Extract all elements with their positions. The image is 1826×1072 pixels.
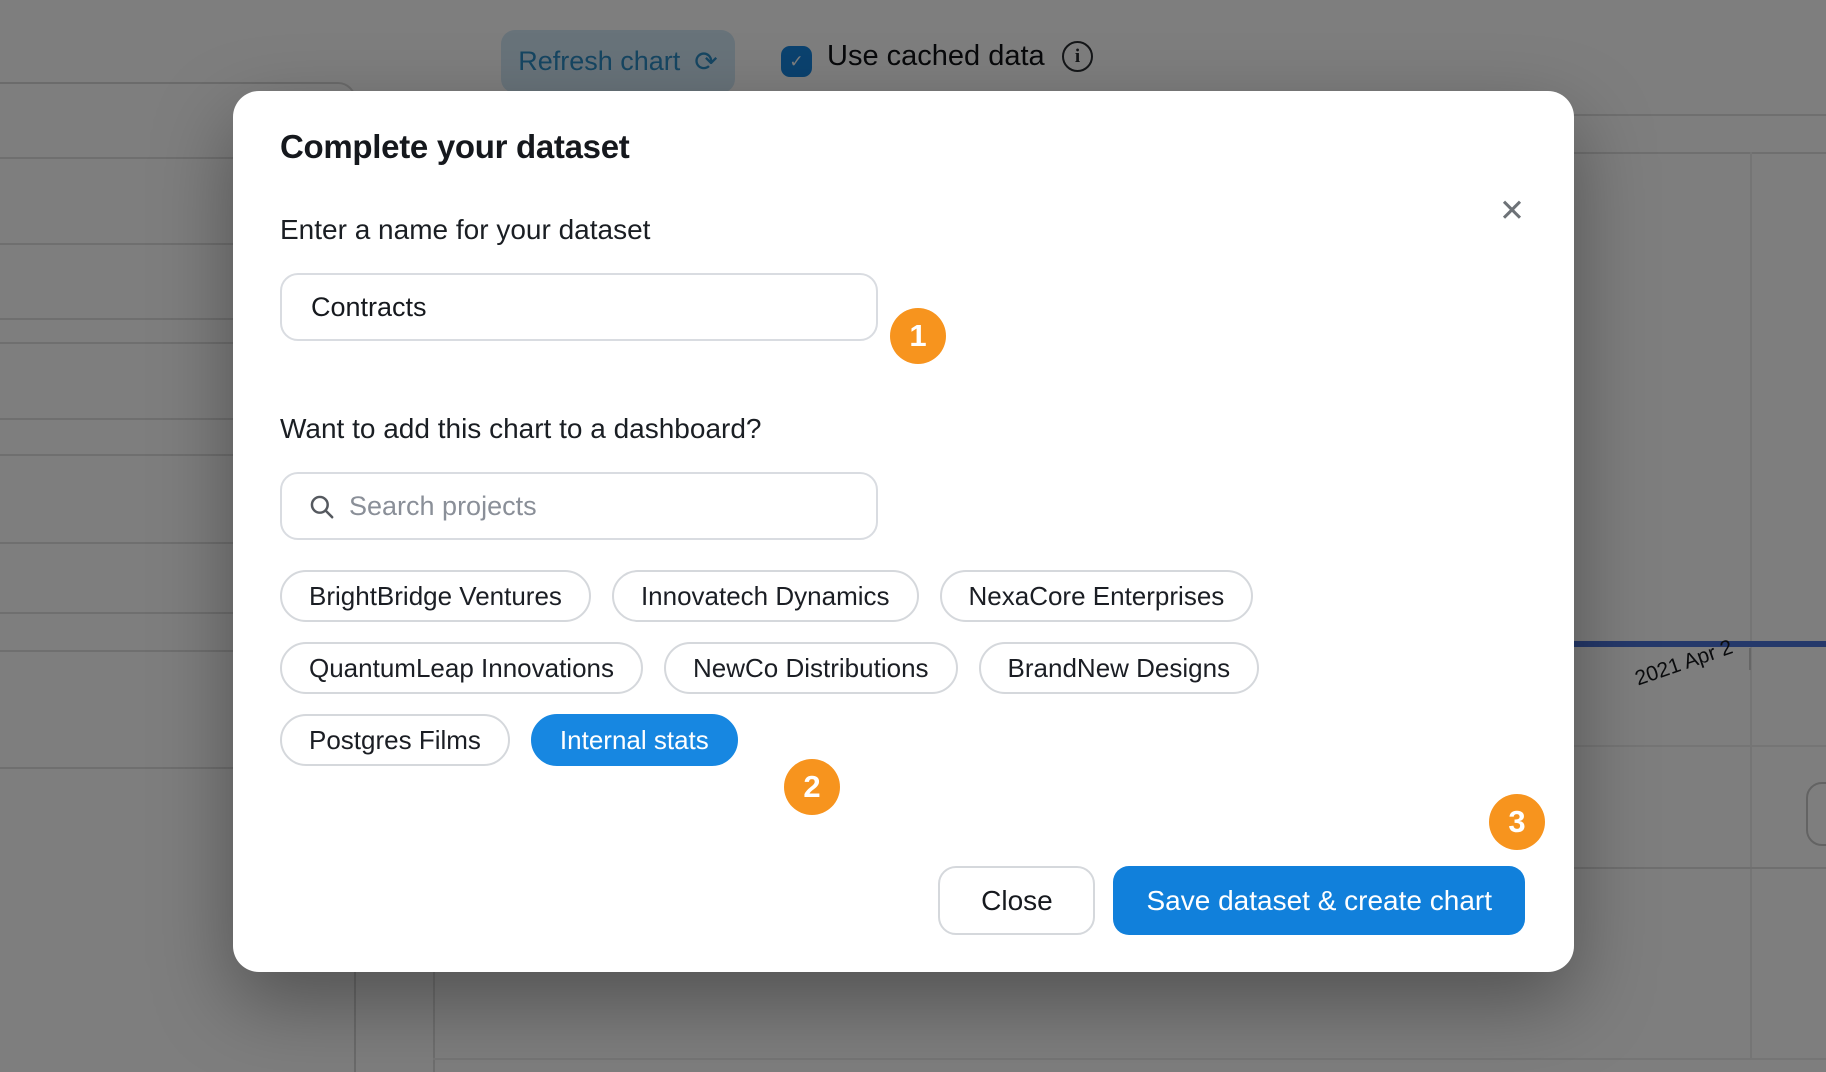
dataset-name-label: Enter a name for your dataset — [280, 214, 1527, 246]
complete-dataset-modal: ✕ Complete your dataset Enter a name for… — [233, 91, 1574, 972]
project-search-input[interactable] — [349, 491, 856, 522]
project-chip-newco-distributions[interactable]: NewCo Distributions — [664, 642, 958, 694]
search-icon — [308, 493, 335, 520]
project-chip-row: BrightBridge Ventures Innovatech Dynamics… — [280, 570, 1527, 622]
project-chip-list: BrightBridge Ventures Innovatech Dynamics… — [280, 570, 1527, 766]
step-badge-2: 2 — [784, 759, 840, 815]
project-chip-nexacore-enterprises[interactable]: NexaCore Enterprises — [940, 570, 1254, 622]
step-badge-3: 3 — [1489, 794, 1545, 850]
project-chip-row: QuantumLeap Innovations NewCo Distributio… — [280, 642, 1527, 694]
close-button[interactable]: Close — [938, 866, 1095, 935]
project-chip-internal-stats[interactable]: Internal stats — [531, 714, 738, 766]
save-dataset-create-chart-button[interactable]: Save dataset & create chart — [1113, 866, 1525, 935]
project-chip-brandnew-designs[interactable]: BrandNew Designs — [979, 642, 1260, 694]
project-chip-innovatech-dynamics[interactable]: Innovatech Dynamics — [612, 570, 919, 622]
project-search-box[interactable] — [280, 472, 878, 540]
project-chip-postgres-films[interactable]: Postgres Films — [280, 714, 510, 766]
dashboard-question-label: Want to add this chart to a dashboard? — [280, 413, 1527, 445]
project-chip-brightbridge-ventures[interactable]: BrightBridge Ventures — [280, 570, 591, 622]
step-badge-1: 1 — [890, 308, 946, 364]
project-chip-row: Postgres Films Internal stats — [280, 714, 1527, 766]
modal-footer: Close Save dataset & create chart — [938, 866, 1525, 935]
dataset-name-input[interactable] — [280, 273, 878, 341]
close-icon[interactable]: ✕ — [1490, 189, 1534, 233]
modal-title: Complete your dataset — [280, 91, 1527, 166]
project-chip-quantumleap-innovations[interactable]: QuantumLeap Innovations — [280, 642, 643, 694]
